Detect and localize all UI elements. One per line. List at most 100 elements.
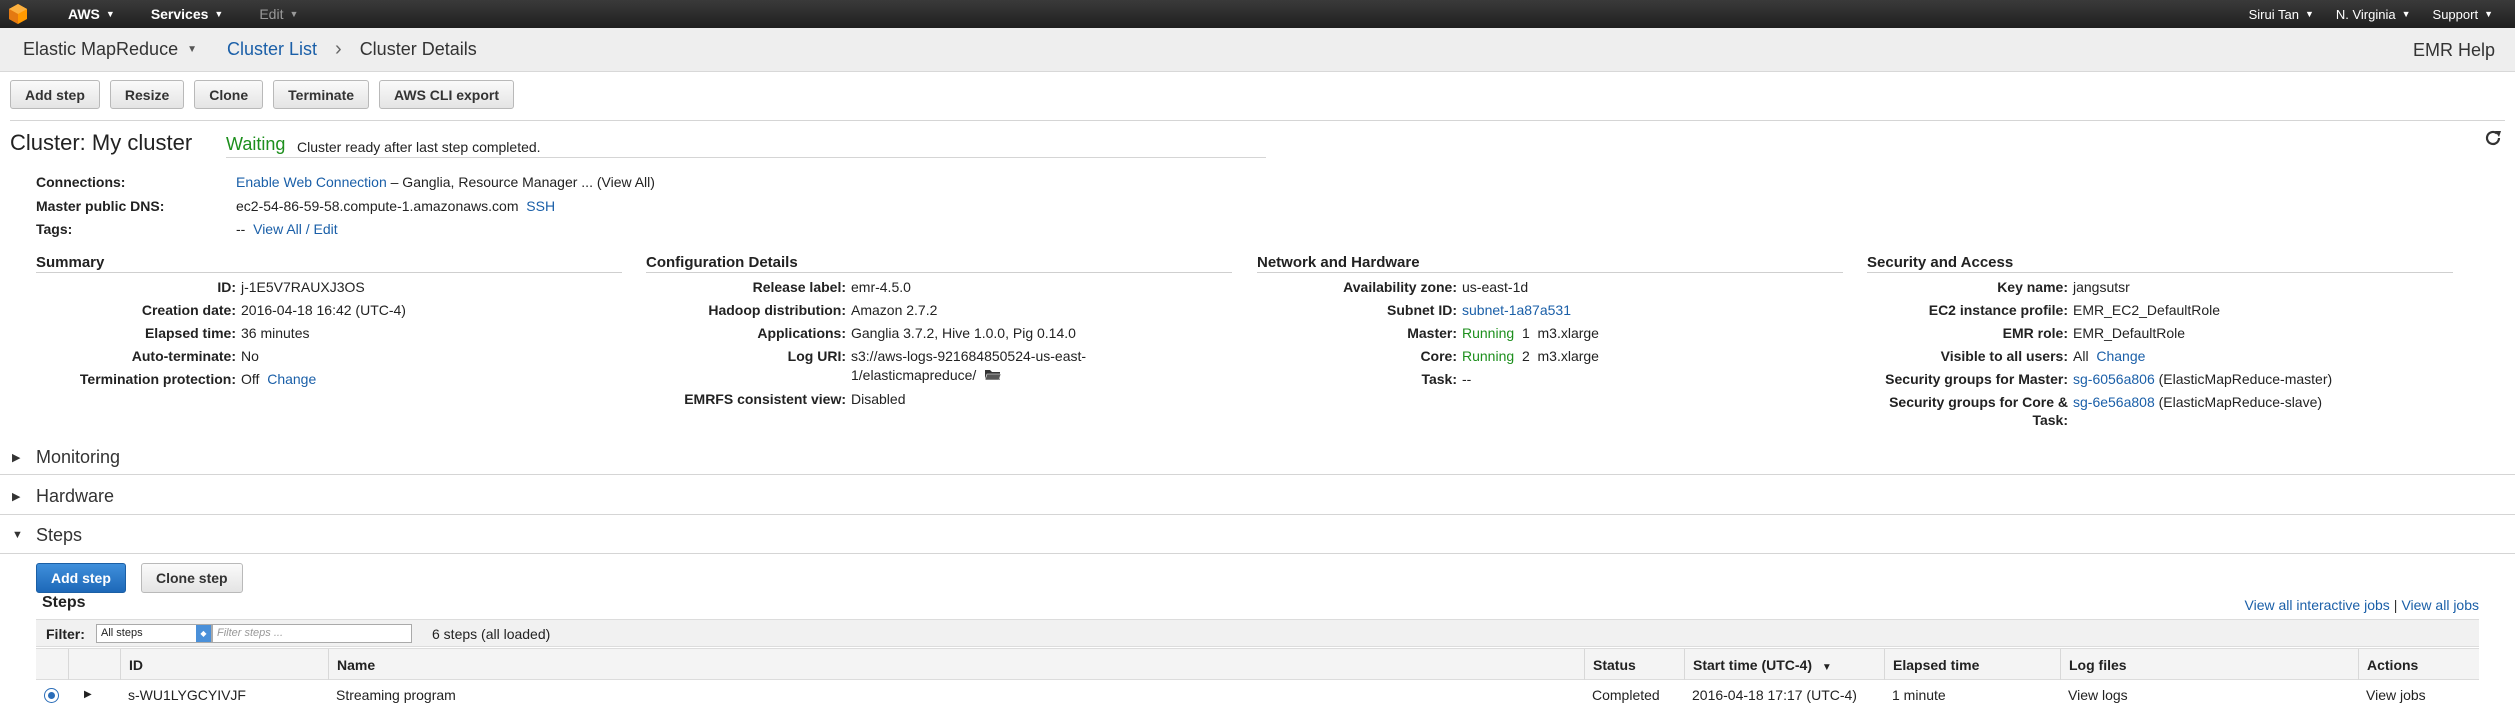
steps-count: 6 steps (all loaded) <box>432 626 551 642</box>
master-instances: 1 m3.xlarge <box>1521 325 1599 341</box>
caret-right-icon[interactable]: ▶ <box>76 680 106 710</box>
folder-icon[interactable] <box>984 368 1002 384</box>
filter-label: Filter: <box>46 626 85 642</box>
steps-filter-bar: Filter: All steps ◆ Filter steps ... 6 s… <box>36 619 2479 647</box>
hardware-section-toggle[interactable]: ▶ Hardware <box>0 477 2515 515</box>
support-menu[interactable]: Support ▼ <box>2433 7 2493 22</box>
divider <box>0 514 2515 515</box>
divider <box>1257 272 1843 273</box>
chevron-updown-icon: ◆ <box>196 625 211 642</box>
steps-filter-select[interactable]: All steps ◆ <box>96 624 212 643</box>
column-header-name[interactable]: Name <box>328 649 1468 681</box>
creation-date-value: 2016-04-18 16:42 (UTC-4) <box>241 302 406 318</box>
region-menu[interactable]: N. Virginia ▼ <box>2336 7 2411 22</box>
row-select-radio[interactable] <box>44 688 59 703</box>
aws-cli-export-button[interactable]: AWS CLI export <box>379 80 515 109</box>
start-time-header-label: Start time (UTC-4) <box>1693 657 1813 673</box>
steps-filter-input[interactable]: Filter steps ... <box>212 624 412 643</box>
column-header-log-files[interactable]: Log files <box>2060 649 2358 681</box>
tags-label: Tags: <box>36 221 73 237</box>
user-menu[interactable]: Sirui Tan ▼ <box>2249 7 2314 22</box>
steps-section-toggle[interactable]: ▼ Steps <box>0 516 2515 554</box>
emr-help-link[interactable]: EMR Help <box>2413 40 2495 61</box>
enable-web-connection-link[interactable]: Enable Web Connection <box>236 174 387 190</box>
subnet-id-link[interactable]: subnet-1a87a531 <box>1462 302 1571 318</box>
expand-column-header <box>68 649 120 681</box>
cluster-toolbar: Add step Resize Clone Terminate AWS CLI … <box>10 80 524 110</box>
chevron-down-icon: ▼ <box>289 9 299 19</box>
column-header-id[interactable]: ID <box>120 649 320 681</box>
ssh-link[interactable]: SSH <box>526 198 555 214</box>
emrfs-consistent-view-value: Disabled <box>851 391 906 407</box>
task-value: -- <box>1462 371 1472 387</box>
divider <box>36 272 622 273</box>
steps-add-step-button[interactable]: Add step <box>36 563 126 593</box>
chevron-down-icon: ▼ <box>214 9 224 19</box>
terminate-button[interactable]: Terminate <box>273 80 370 109</box>
sg-core-link[interactable]: sg-6e56a808 <box>2073 394 2155 410</box>
service-switcher[interactable]: Elastic MapReduce ▼ <box>23 39 197 60</box>
security-access-heading: Security and Access <box>1867 254 2014 271</box>
column-header-elapsed-time[interactable]: Elapsed time <box>1884 649 2060 681</box>
column-header-start-time[interactable]: Start time (UTC-4) ▼ <box>1684 649 1884 681</box>
step-name: Streaming program <box>336 687 456 703</box>
cluster-status-message: Cluster ready after last step completed. <box>297 139 541 155</box>
steps-section-label: Steps <box>36 524 83 545</box>
resize-button[interactable]: Resize <box>109 80 185 109</box>
availability-zone-label: Availability zone: <box>1343 279 1457 295</box>
edit-menu[interactable]: Edit ▼ <box>259 6 298 22</box>
core-value: Running 2 m3.xlarge <box>1462 348 1599 364</box>
sort-down-icon: ▼ <box>1821 662 1832 673</box>
table-row[interactable]: ▶ s-WU1LYGCYIVJF Streaming program Compl… <box>36 680 2479 710</box>
aws-home-link[interactable]: AWS ▼ <box>68 6 115 22</box>
refresh-icon[interactable] <box>2482 127 2504 149</box>
hardware-section-label: Hardware <box>36 485 115 506</box>
termination-protection-change-link[interactable]: Change <box>267 371 316 387</box>
tags-value: -- View All / Edit <box>236 221 338 237</box>
breadcrumb-cluster-list[interactable]: Cluster List <box>227 39 317 60</box>
view-all-interactive-jobs-link[interactable]: View all interactive jobs <box>2245 597 2390 613</box>
view-jobs-link[interactable]: View jobs <box>2358 680 2479 710</box>
availability-zone-value: us-east-1d <box>1462 279 1529 295</box>
steps-table-title: Steps <box>42 594 86 611</box>
aws-cube-logo-icon[interactable] <box>4 0 32 28</box>
chevron-down-icon: ▼ <box>105 9 115 19</box>
key-name-value: jangsutsr <box>2073 279 2130 295</box>
column-header-status[interactable]: Status <box>1584 649 1684 681</box>
emr-role-value: EMR_DefaultRole <box>2073 325 2186 341</box>
connections-rest[interactable]: – Ganglia, Resource Manager ... (View Al… <box>391 174 655 190</box>
applications-label: Applications: <box>757 325 846 341</box>
step-status: Completed <box>1592 687 1660 703</box>
services-menu[interactable]: Services ▼ <box>151 6 224 22</box>
view-logs-link[interactable]: View logs <box>2060 680 2358 710</box>
master-dns-text: ec2-54-86-59-58.compute-1.amazonaws.com <box>236 198 519 214</box>
visible-to-all-users-text: All <box>2073 348 2089 364</box>
auto-terminate-value: No <box>241 348 259 364</box>
caret-down-icon: ▼ <box>12 529 23 541</box>
tags-text: -- <box>236 221 246 237</box>
sg-core-label-line2: Task: <box>2032 412 2068 428</box>
visible-to-all-users-change-link[interactable]: Change <box>2096 348 2145 364</box>
master-dns-value: ec2-54-86-59-58.compute-1.amazonaws.com … <box>236 198 555 214</box>
clone-button[interactable]: Clone <box>194 80 264 109</box>
cluster-status-badge: Waiting <box>226 134 286 154</box>
monitoring-section-toggle[interactable]: ▶ Monitoring <box>0 438 2515 476</box>
clone-step-button[interactable]: Clone step <box>141 563 243 593</box>
divider <box>10 120 2505 121</box>
divider <box>1867 272 2453 273</box>
add-step-button[interactable]: Add step <box>10 80 100 109</box>
column-header-actions[interactable]: Actions <box>2358 649 2479 681</box>
subnet-id-label: Subnet ID: <box>1387 302 1457 318</box>
master-value: Running 1 m3.xlarge <box>1462 325 1599 341</box>
breadcrumb-separator-icon: › <box>335 38 342 60</box>
view-all-jobs-link[interactable]: View all jobs <box>2401 597 2479 613</box>
log-uri-line2: 1/elasticmapreduce/ <box>851 367 1002 384</box>
log-uri-label: Log URI: <box>787 348 846 364</box>
tags-view-edit-link[interactable]: View All / Edit <box>253 221 338 237</box>
summary-heading: Summary <box>36 254 105 271</box>
monitoring-section-label: Monitoring <box>36 446 121 467</box>
top-nav-bar: AWS ▼ Services ▼ Edit ▼ Sirui Tan ▼ N. Virgi… <box>0 0 2515 28</box>
summary-id-label: ID: <box>217 279 236 295</box>
page-title: Cluster: My cluster <box>10 130 193 155</box>
sg-master-link[interactable]: sg-6056a806 <box>2073 371 2155 387</box>
